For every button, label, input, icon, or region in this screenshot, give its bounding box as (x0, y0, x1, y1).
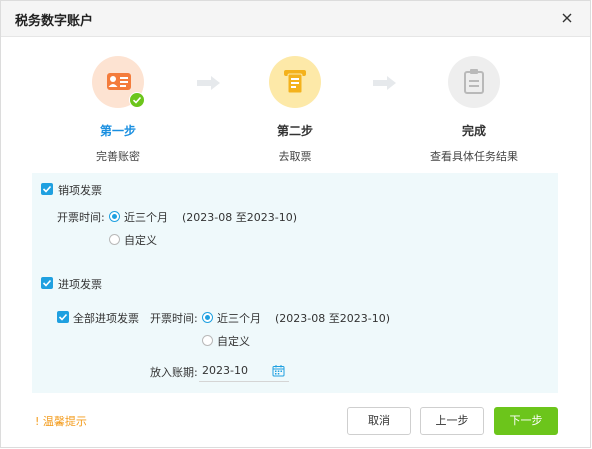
period-label: 放入账期: (150, 366, 198, 379)
check-badge-icon (129, 92, 145, 108)
arrow-right-icon (197, 75, 221, 91)
purchase-time-label: 开票时间: (150, 312, 198, 325)
sales-time-label: 开票时间: (57, 211, 105, 224)
dialog-header: 税务数字账户 (1, 1, 590, 37)
sales-recent-radio[interactable] (109, 211, 120, 222)
ticket-dispenser-icon (269, 56, 321, 108)
purchase-custom-radio[interactable] (202, 335, 213, 346)
purchase-invoice-checkbox[interactable] (41, 277, 53, 289)
tax-account-dialog: 税务数字账户 第一步 完善账密 第二步 去取票 完成 查看具体任务结果 销项发票… (0, 0, 591, 448)
step-2-title: 第二步 (276, 124, 313, 138)
step-1-desc: 完善账密 (96, 150, 140, 163)
step-1-title: 第一步 (99, 124, 136, 138)
sales-invoice-checkbox[interactable] (41, 183, 53, 195)
sales-invoice-label: 销项发票 (58, 184, 102, 197)
warm-tip-link[interactable]: ! 温馨提示 (35, 413, 87, 429)
arrow-right-icon (373, 75, 397, 91)
period-value: 2023-10 (202, 364, 248, 377)
sales-custom-label[interactable]: 自定义 (124, 232, 157, 248)
next-step-button[interactable]: 下一步 (494, 407, 558, 435)
options-panel (32, 173, 558, 393)
purchase-range: (2023-08 至2023-10) (275, 312, 391, 325)
period-date-input[interactable]: 2023-10 (199, 358, 289, 382)
all-purchase-label: 全部进项发票 (73, 312, 139, 325)
dialog-title: 税务数字账户 (15, 14, 94, 29)
sales-recent-label[interactable]: 近三个月 (124, 209, 168, 225)
calendar-icon[interactable] (272, 362, 285, 377)
prev-step-button[interactable]: 上一步 (420, 407, 484, 435)
step-3-desc: 查看具体任务结果 (430, 150, 518, 163)
cancel-button[interactable]: 取消 (347, 407, 411, 435)
account-card-icon (92, 56, 145, 108)
step-3: 完成 查看具体任务结果 (404, 56, 544, 164)
all-purchase-checkbox[interactable] (57, 311, 69, 323)
purchase-custom-label[interactable]: 自定义 (217, 333, 250, 349)
sales-custom-radio[interactable] (109, 234, 120, 245)
purchase-recent-label[interactable]: 近三个月 (217, 310, 261, 326)
close-icon[interactable] (558, 9, 576, 27)
sales-range: (2023-08 至2023-10) (182, 211, 298, 224)
step-1: 第一步 完善账密 (48, 56, 188, 164)
purchase-recent-radio[interactable] (202, 312, 213, 323)
clipboard-icon (448, 56, 500, 108)
step-2: 第二步 去取票 (225, 56, 365, 164)
step-2-desc: 去取票 (278, 150, 312, 163)
step-3-title: 完成 (461, 124, 486, 138)
purchase-invoice-label: 进项发票 (58, 278, 102, 291)
